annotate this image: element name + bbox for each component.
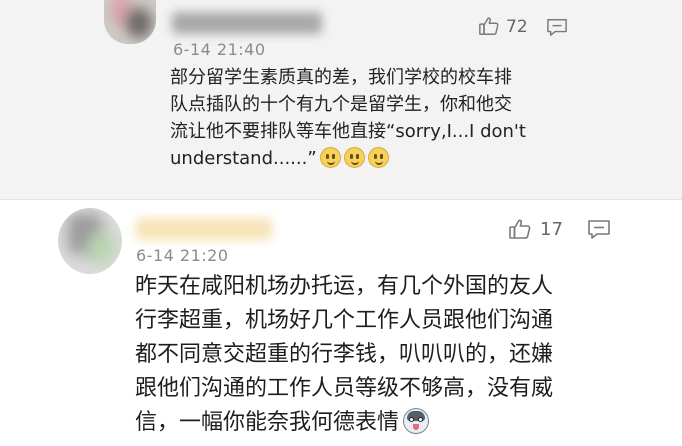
smiley-emoji — [319, 147, 341, 168]
husky-emoji — [403, 408, 430, 434]
reply-comment-icon[interactable] — [546, 17, 568, 37]
comment-text-line: 都不同意交超重的行李钱，叭叭叭的，还嫌 — [135, 342, 554, 367]
comment-text-segment: 信，一幅你能奈我何德表情 — [135, 410, 400, 435]
smiley-emoji — [367, 147, 389, 168]
comment-text-line: understand......” — [170, 145, 526, 172]
comment-text-line: 部分留学生素质真的差，我们学校的校车排 — [170, 67, 512, 88]
thumbs-up-icon[interactable] — [478, 15, 500, 37]
comment-timestamp: 6-14 21:40 — [173, 40, 266, 59]
username-blurred[interactable] — [136, 218, 272, 240]
avatar[interactable] — [58, 208, 122, 274]
comment-text: 部分留学生素质真的差，我们学校的校车排 队点插队的十个有九个是留学生，你和他交 … — [170, 64, 526, 172]
comment-timestamp: 6-14 21:20 — [136, 246, 229, 265]
comment-text: 昨天在咸阳机场办托运，有几个外国的友人 行李超重，机场好几个工作人员跟他们沟通 … — [135, 270, 553, 440]
username-blurred[interactable] — [172, 12, 322, 34]
like-count: 72 — [506, 17, 528, 37]
avatar[interactable] — [104, 0, 156, 44]
reply-comment-icon[interactable] — [587, 218, 611, 240]
comment-text-line: 信，一幅你能奈我何德表情 — [135, 406, 553, 440]
comment-text-line: 流让他不要排队等车他直接“sorry,I...I don't — [170, 121, 526, 142]
like-count: 17 — [540, 219, 563, 240]
comment-card: 6-14 21:40 72 部分留学生素质真的差，我们学校的校车排 队点插队的十… — [0, 0, 682, 200]
smiley-emoji — [343, 147, 365, 168]
comment-text-line: 行李超重，机场好几个工作人员跟他们沟通 — [135, 308, 554, 333]
thumbs-up-icon[interactable] — [508, 217, 532, 241]
comment-text-line: 跟他们沟通的工作人员等级不够高，没有威 — [135, 376, 554, 401]
comment-text-line: 昨天在咸阳机场办托运，有几个外国的友人 — [135, 274, 554, 299]
comment-card: 6-14 21:20 17 昨天在咸阳机场办托运，有几个外国的友人 行李超重，机… — [0, 200, 682, 446]
comment-text-line: 队点插队的十个有九个是留学生，你和他交 — [170, 94, 512, 115]
comment-text-segment: understand......” — [170, 148, 317, 169]
